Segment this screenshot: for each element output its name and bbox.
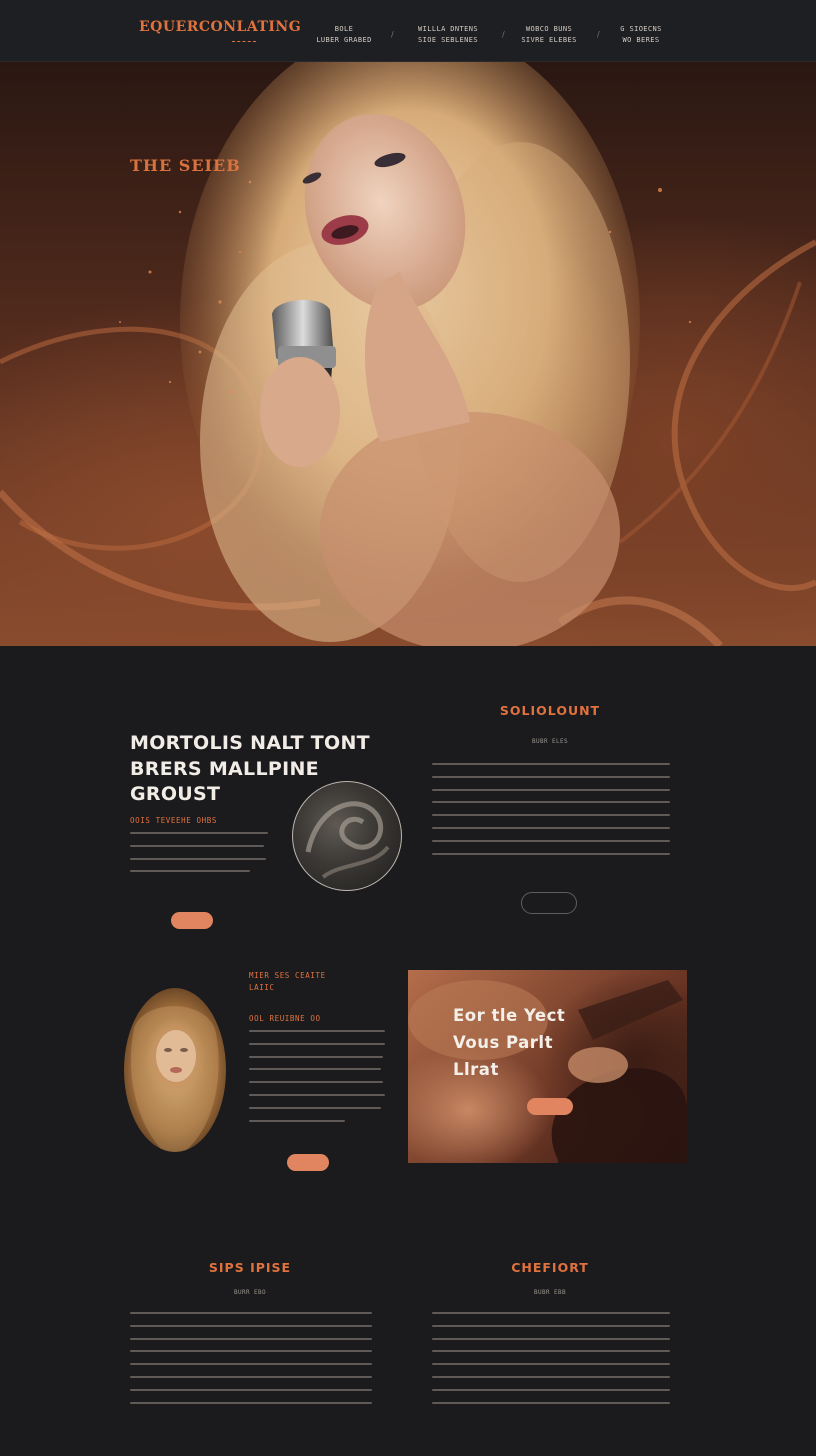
swirl-image	[305, 801, 390, 879]
portrait-illustration	[130, 1006, 219, 1152]
nav-item-3-line2: SIVRE ELEBES	[521, 36, 577, 44]
nav-item-1[interactable]: BOLE LUBER GRABED	[312, 24, 376, 46]
feature-card-line: Vous Parlt	[453, 1033, 553, 1052]
body-text-block	[432, 1312, 670, 1414]
nav-item-3[interactable]: WOBCO BUNS SIVRE ELEBES	[513, 24, 585, 46]
feature-card-button[interactable]	[527, 1098, 573, 1115]
footer-title-right: CHEFIORT	[511, 1260, 589, 1275]
nav-item-2-line1: WILLLA DNTENS	[418, 25, 478, 33]
feature-card-line: Eor tle Yect	[453, 1006, 566, 1025]
slash-separator-icon: /	[391, 30, 394, 39]
section-heading-line: MORTOLIS NALT TONT	[130, 732, 370, 754]
hero-title: THE SEIEB	[130, 156, 241, 175]
slash-separator-icon: /	[597, 30, 600, 39]
feature-card[interactable]: Eor tle Yect Vous Parlt Llrat	[408, 970, 687, 1163]
hero-banner: THE SEIEB	[0, 62, 816, 646]
footer-subtitle-right: BUBR EBB	[533, 1289, 567, 1296]
section-subtitle-right: BUBR ELES	[531, 738, 569, 745]
nav-item-4[interactable]: G SIOECNS WO BERES	[614, 24, 668, 46]
feature-heading-line: LAIIC	[249, 983, 275, 992]
body-text-block	[130, 1312, 372, 1414]
read-more-button[interactable]	[171, 912, 213, 929]
logo-underline	[232, 41, 256, 43]
site-logo[interactable]: EQUERCONLATING	[139, 19, 301, 35]
feature-card-text: Eor tle Yect Vous Parlt Llrat	[453, 1002, 565, 1083]
feature-heading: MIER SES CEAITE LAIIC	[249, 970, 326, 994]
section-title-right: SOLIOLOUNT	[499, 703, 601, 718]
nav-item-4-line1: G SIOECNS	[620, 25, 662, 33]
body-text-block	[249, 1030, 385, 1132]
footer-title-left: SIPS IPISE	[208, 1260, 292, 1275]
feature-heading-line: MIER SES CEAITE	[249, 971, 326, 980]
nav-item-2[interactable]: WILLLA DNTENS SIOE SEBLENES	[410, 24, 486, 46]
slash-separator-icon: /	[502, 30, 505, 39]
nav-item-1-line1: BOLE	[334, 25, 354, 33]
body-text-block	[130, 832, 270, 883]
nav-item-3-line1: WOBCO BUNS	[525, 25, 573, 33]
hero-illustration	[0, 62, 816, 646]
footer-subtitle-left: BURR EBO	[233, 1289, 267, 1296]
portrait-oval-image	[124, 988, 226, 1152]
nav-item-4-line2: WO BERES	[622, 36, 660, 44]
nav-item-2-line2: SIOE SEBLENES	[418, 36, 478, 44]
feature-card-line: Llrat	[453, 1060, 499, 1079]
body-text-block	[432, 763, 670, 865]
top-nav: EQUERCONLATING BOLE LUBER GRABED / WILLL…	[0, 0, 816, 62]
feature-button[interactable]	[287, 1154, 329, 1171]
circular-image	[292, 781, 402, 891]
nav-item-1-line2: LUBER GRABED	[316, 36, 372, 44]
feature-subheading: OOL REUIBNE OO	[249, 1014, 321, 1023]
outline-button[interactable]	[521, 892, 577, 914]
section-heading-line: BRERS MALLPINE	[130, 757, 319, 780]
section-subheading: OOIS TEVEEHE OHBS	[130, 816, 217, 825]
